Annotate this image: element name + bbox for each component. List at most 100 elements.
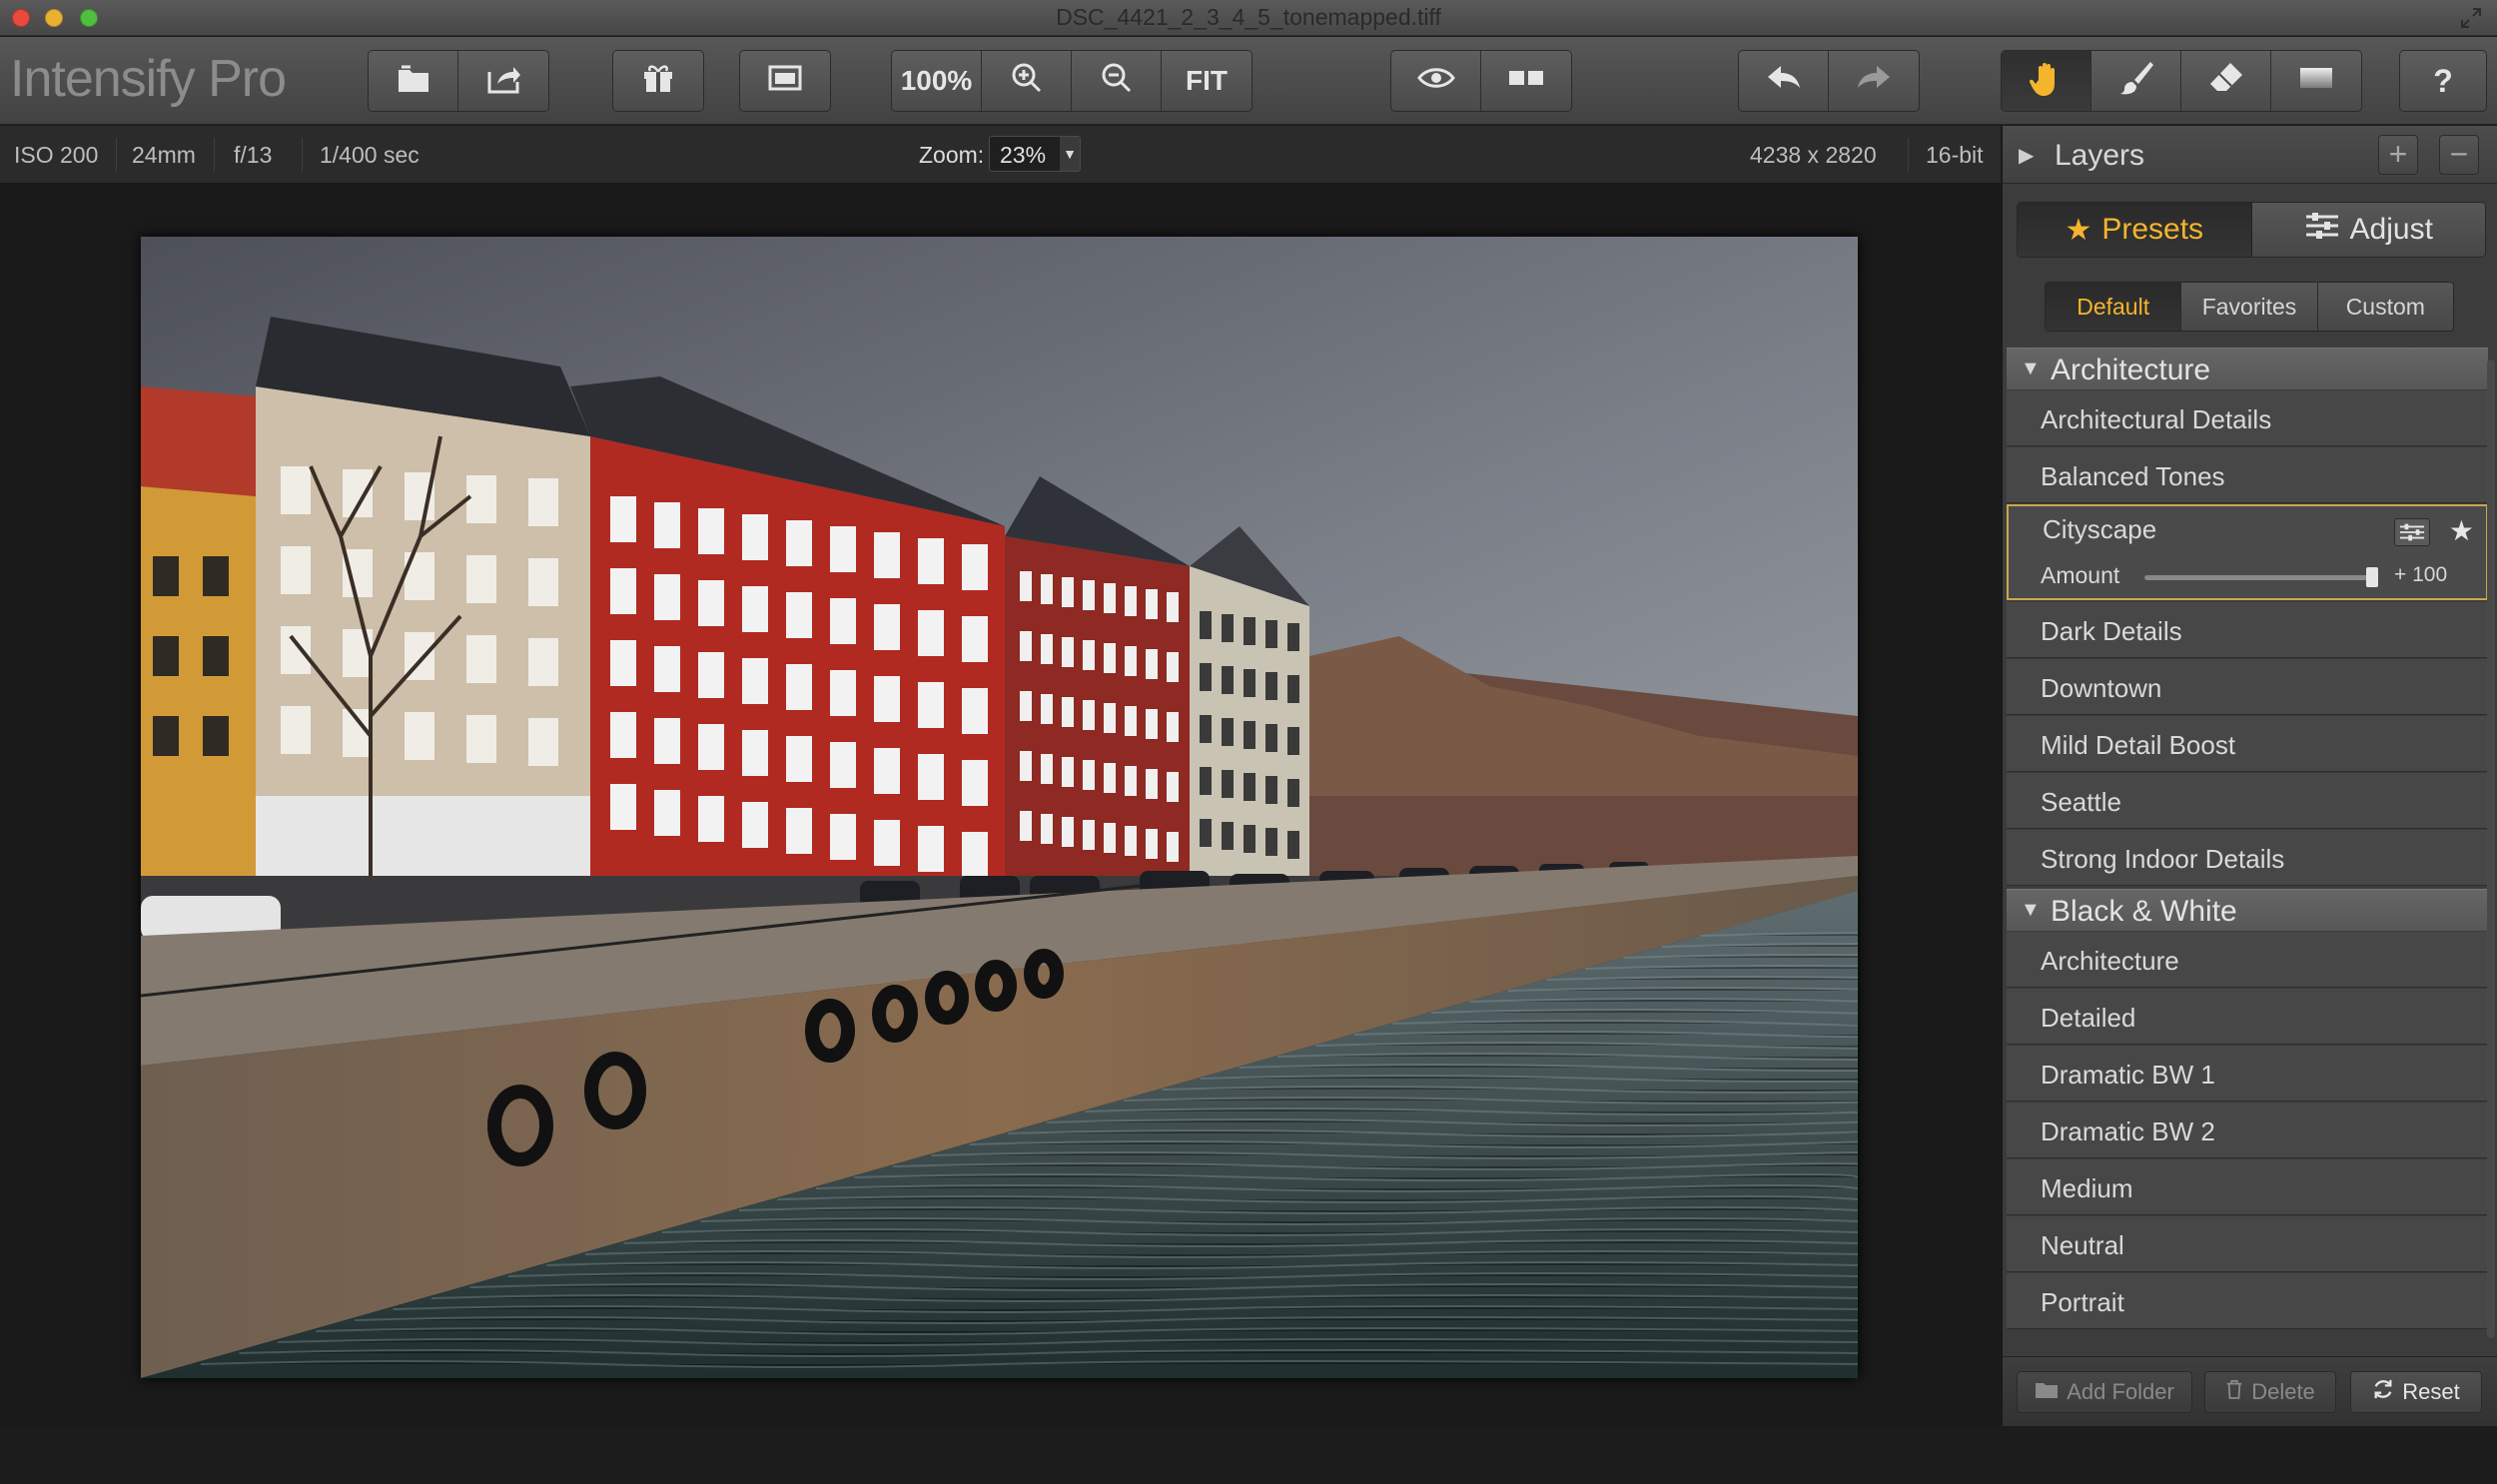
- tab-custom[interactable]: Custom: [2317, 283, 2453, 331]
- fullscreen-icon[interactable]: [2459, 6, 2483, 30]
- delete-button[interactable]: Delete: [2204, 1371, 2336, 1413]
- bit-depth: 16-bit: [1926, 142, 1984, 168]
- add-folder-button[interactable]: Add Folder: [2017, 1371, 2192, 1413]
- favorite-star-icon[interactable]: ★: [2449, 514, 2474, 547]
- amount-slider[interactable]: [2144, 567, 2378, 587]
- fit-label: FIT: [1186, 65, 1228, 96]
- photo-window: [1146, 829, 1158, 859]
- brush-tool-button[interactable]: [2091, 51, 2181, 111]
- photo-window: [654, 790, 680, 836]
- export-button[interactable]: [458, 51, 548, 111]
- photo-window: [918, 682, 944, 728]
- preset-neutral[interactable]: Neutral: [2007, 1216, 2488, 1272]
- photo-window: [1265, 828, 1277, 856]
- preset-label: Dramatic BW 1: [2041, 1060, 2215, 1090]
- preset-cityscape[interactable]: Cityscape ★ Amount + 100: [2007, 504, 2488, 600]
- preset-list-scrollbar[interactable]: [2487, 360, 2495, 1338]
- disclosure-triangle-icon[interactable]: ▶: [2019, 143, 2034, 168]
- photo-window: [1287, 831, 1299, 859]
- view-mode-button[interactable]: [740, 51, 830, 111]
- preset-label: Downtown: [2041, 673, 2162, 703]
- redo-button[interactable]: [1829, 51, 1919, 111]
- iso-value: ISO 200: [14, 142, 99, 168]
- export-icon: [483, 58, 523, 105]
- photo-window: [203, 556, 229, 596]
- hand-tool-button[interactable]: [2002, 51, 2091, 111]
- gradient-tool-button[interactable]: [2271, 51, 2361, 111]
- photo-window: [962, 760, 988, 806]
- preset-strong-indoor-details[interactable]: Strong Indoor Details: [2007, 830, 2488, 886]
- preset-medium[interactable]: Medium: [2007, 1159, 2488, 1215]
- undo-button[interactable]: [1739, 51, 1829, 111]
- adjust-tab[interactable]: Adjust: [2251, 203, 2485, 257]
- chevron-down-icon: ▼: [1060, 137, 1080, 171]
- amount-slider-thumb[interactable]: [2366, 567, 2378, 587]
- preset-label: Architectural Details: [2041, 404, 2272, 434]
- layers-header[interactable]: ▶ Layers + −: [2003, 126, 2497, 184]
- presets-tab[interactable]: ★ Presets: [2018, 203, 2252, 257]
- zoom-100-button[interactable]: 100%: [892, 51, 982, 111]
- photo-window: [698, 580, 724, 626]
- app-window: DSC_4421_2_3_4_5_tonemapped.tiff Intensi…: [0, 0, 2497, 1426]
- split-view-button[interactable]: [1481, 51, 1571, 111]
- open-button[interactable]: [369, 51, 458, 111]
- photo-window: [1167, 592, 1179, 622]
- photo-window: [1287, 623, 1299, 651]
- preview-button[interactable]: [1391, 51, 1481, 111]
- photo-window: [654, 574, 680, 620]
- photo-window: [466, 635, 496, 683]
- photo-window: [466, 555, 496, 603]
- preset-label: Detailed: [2041, 1003, 2136, 1033]
- help-button[interactable]: ?: [2400, 51, 2486, 111]
- photo-window: [610, 640, 636, 686]
- photo-window: [1041, 634, 1053, 664]
- preset-bw-architecture[interactable]: Architecture: [2007, 932, 2488, 988]
- photo-window: [962, 688, 988, 734]
- preset-dramatic-bw-2[interactable]: Dramatic BW 2: [2007, 1103, 2488, 1158]
- photo-window: [153, 716, 179, 756]
- zoom-in-button[interactable]: [982, 51, 1072, 111]
- photo-window: [1265, 620, 1277, 648]
- image-canvas[interactable]: [0, 185, 2001, 1426]
- photo-window: [698, 724, 724, 770]
- title-bar: DSC_4421_2_3_4_5_tonemapped.tiff: [0, 0, 2497, 36]
- photo-window: [1200, 611, 1212, 639]
- add-layer-button[interactable]: +: [2378, 135, 2418, 175]
- preset-mild-detail-boost[interactable]: Mild Detail Boost: [2007, 716, 2488, 772]
- gift-button[interactable]: [613, 51, 703, 111]
- preset-dark-details[interactable]: Dark Details: [2007, 602, 2488, 658]
- category-architecture[interactable]: ▼ Architecture: [2007, 348, 2488, 389]
- preview-photo[interactable]: [141, 237, 1858, 1378]
- preset-portrait[interactable]: Portrait: [2007, 1273, 2488, 1329]
- photo-window: [1125, 766, 1137, 796]
- photo-window: [405, 712, 434, 760]
- main-toolbar: Intensify Pro 100% FIT ?: [0, 37, 2497, 125]
- photo-window: [1062, 637, 1074, 667]
- presets-tab-label: Presets: [2101, 213, 2204, 246]
- preset-detailed[interactable]: Detailed: [2007, 989, 2488, 1045]
- zoom-out-button[interactable]: [1072, 51, 1162, 111]
- photo-window: [1083, 580, 1095, 610]
- photo-window: [742, 802, 768, 848]
- zoom-select[interactable]: 23% ▼: [989, 136, 1081, 172]
- category-black-white[interactable]: ▼ Black & White: [2007, 889, 2488, 931]
- photo-window: [962, 544, 988, 590]
- preset-balanced-tones[interactable]: Balanced Tones: [2007, 447, 2488, 503]
- photo-window: [1222, 666, 1234, 694]
- preset-architectural-details[interactable]: Architectural Details: [2007, 390, 2488, 446]
- photo-window: [1265, 776, 1277, 804]
- divider: [302, 138, 303, 172]
- photo-window: [654, 718, 680, 764]
- fit-button[interactable]: FIT: [1162, 51, 1251, 111]
- preset-dramatic-bw-1[interactable]: Dramatic BW 1: [2007, 1046, 2488, 1102]
- preset-downtown[interactable]: Downtown: [2007, 659, 2488, 715]
- tab-favorites[interactable]: Favorites: [2181, 283, 2318, 331]
- zoom-button-group: 100% FIT: [891, 50, 1252, 112]
- preset-seattle[interactable]: Seattle: [2007, 773, 2488, 829]
- reset-button[interactable]: Reset: [2350, 1371, 2482, 1413]
- eraser-tool-button[interactable]: [2181, 51, 2271, 111]
- photo-window: [1125, 706, 1137, 736]
- remove-layer-button[interactable]: −: [2439, 135, 2479, 175]
- tab-default[interactable]: Default: [2046, 283, 2182, 331]
- preset-settings-button[interactable]: [2394, 518, 2430, 546]
